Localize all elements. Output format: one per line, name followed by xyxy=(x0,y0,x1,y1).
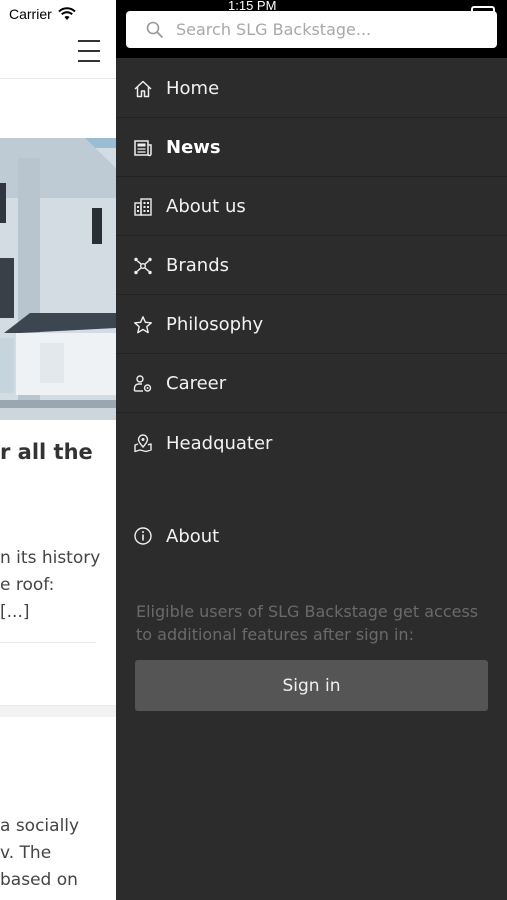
article-excerpt-line: v. The xyxy=(0,843,52,863)
star-icon xyxy=(133,315,153,335)
navigation-drawer: 1:15 PM Home News About us Brands xyxy=(116,0,507,900)
nav-item-label: Headquater xyxy=(166,432,273,454)
nav-item-label: Career xyxy=(166,373,227,394)
nav-item-news[interactable]: News xyxy=(116,119,507,177)
nav-item-about[interactable]: About xyxy=(116,507,507,565)
nav-item-label: Home xyxy=(166,78,220,99)
info-icon xyxy=(133,526,153,546)
article-excerpt-line: e roof: xyxy=(0,575,55,595)
article-excerpt-line: [...] xyxy=(0,602,30,622)
sign-in-button[interactable]: Sign in xyxy=(135,660,488,711)
section-separator xyxy=(0,705,116,717)
article-excerpt-line: n its history xyxy=(0,548,101,568)
nav-item-about-us[interactable]: About us xyxy=(116,178,507,236)
carrier-label: Carrier xyxy=(9,6,52,22)
hamburger-menu-icon[interactable] xyxy=(78,40,102,62)
search-input[interactable] xyxy=(176,20,476,39)
nav-item-brands[interactable]: Brands xyxy=(116,237,507,295)
status-bar-left: Carrier xyxy=(9,5,76,23)
nav-item-home[interactable]: Home xyxy=(116,60,507,118)
career-icon xyxy=(133,374,153,394)
signin-hint: Eligible users of SLG Backstage get acce… xyxy=(136,602,479,644)
nav-item-label: Brands xyxy=(166,255,229,276)
article-excerpt: a socially v. The based on xyxy=(0,813,79,894)
nav-item-label: News xyxy=(166,137,221,158)
nav-item-philosophy[interactable]: Philosophy xyxy=(116,296,507,354)
network-icon xyxy=(133,256,153,276)
background-page: Carrier r all the n its history e roof: … xyxy=(0,0,116,900)
home-icon xyxy=(133,79,153,99)
search-field[interactable] xyxy=(126,11,497,48)
drawer-header: 1:15 PM xyxy=(116,0,507,58)
divider xyxy=(0,642,96,643)
nav-item-career[interactable]: Career xyxy=(116,355,507,413)
article-excerpt-line: based on xyxy=(0,870,78,890)
article-image[interactable] xyxy=(0,138,116,420)
nav-item-label: Philosophy xyxy=(166,314,264,335)
divider xyxy=(0,78,116,79)
map-pin-icon xyxy=(133,433,153,453)
article-excerpt-line: a socially xyxy=(0,816,80,836)
news-icon xyxy=(133,138,153,158)
search-icon xyxy=(146,21,164,39)
article-title[interactable]: r all the xyxy=(0,440,93,464)
article-excerpt: n its history e roof: [...] xyxy=(0,545,100,626)
nav-item-headquater[interactable]: Headquater xyxy=(116,414,507,472)
wifi-icon xyxy=(58,7,76,21)
nav-item-label: About xyxy=(166,525,220,547)
building-icon xyxy=(133,197,153,217)
nav-item-label: About us xyxy=(166,196,246,217)
